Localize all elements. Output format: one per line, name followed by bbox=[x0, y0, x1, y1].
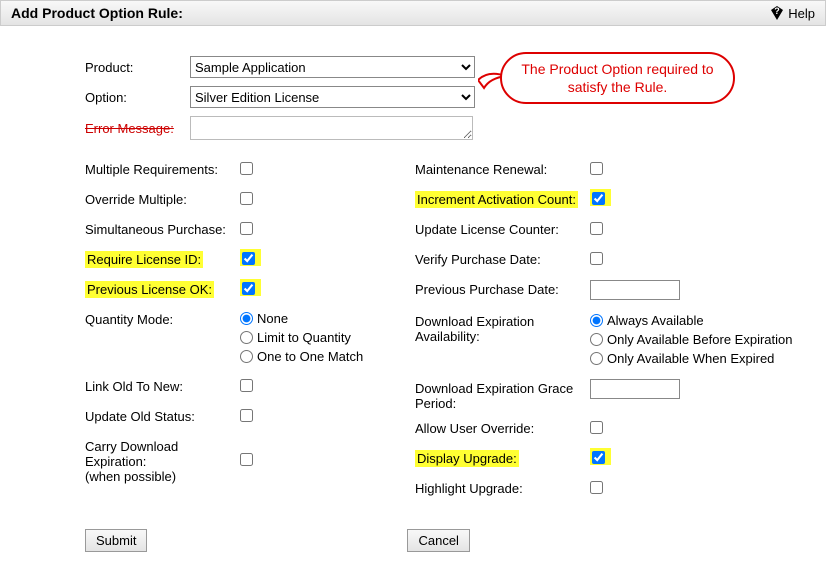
display-upgrade-label: Display Upgrade: bbox=[415, 449, 590, 466]
require-license-id-label: Require License ID: bbox=[85, 250, 240, 267]
require-license-id-checkbox[interactable] bbox=[242, 252, 255, 265]
help-link[interactable]: ? Help bbox=[769, 5, 815, 21]
error-message-label: Error Message: bbox=[85, 121, 190, 136]
increment-activation-count-label: Increment Activation Count: bbox=[415, 190, 590, 207]
availability-expired-label: Only Available When Expired bbox=[607, 350, 774, 366]
download-expiration-grace-period-label: Download Expiration Grace Period: bbox=[415, 379, 590, 411]
link-old-to-new-label: Link Old To New: bbox=[85, 377, 240, 394]
previous-license-ok-label: Previous License OK: bbox=[85, 280, 240, 297]
availability-before-label: Only Available Before Expiration bbox=[607, 331, 792, 347]
maintenance-renewal-checkbox[interactable] bbox=[590, 162, 603, 175]
error-message-input[interactable] bbox=[190, 116, 473, 140]
override-multiple-checkbox[interactable] bbox=[240, 192, 253, 205]
maintenance-renewal-label: Maintenance Renewal: bbox=[415, 160, 590, 177]
option-label: Option: bbox=[85, 90, 190, 105]
verify-purchase-date-checkbox[interactable] bbox=[590, 252, 603, 265]
display-upgrade-checkbox[interactable] bbox=[592, 451, 605, 464]
option-select[interactable]: Silver Edition License bbox=[190, 86, 475, 108]
previous-purchase-date-input[interactable] bbox=[590, 280, 680, 300]
increment-activation-count-checkbox[interactable] bbox=[592, 192, 605, 205]
link-old-to-new-checkbox[interactable] bbox=[240, 379, 253, 392]
highlight-upgrade-checkbox[interactable] bbox=[590, 481, 603, 494]
svg-text:?: ? bbox=[775, 6, 781, 16]
allow-user-override-label: Allow User Override: bbox=[415, 419, 590, 436]
highlight-upgrade-label: Highlight Upgrade: bbox=[415, 479, 590, 496]
update-old-status-label: Update Old Status: bbox=[85, 407, 240, 424]
product-label: Product: bbox=[85, 60, 190, 75]
multiple-requirements-checkbox[interactable] bbox=[240, 162, 253, 175]
product-select[interactable]: Sample Application bbox=[190, 56, 475, 78]
quantity-mode-label: Quantity Mode: bbox=[85, 310, 240, 327]
previous-purchase-date-label: Previous Purchase Date: bbox=[415, 280, 590, 297]
multiple-requirements-label: Multiple Requirements: bbox=[85, 160, 240, 177]
quantity-mode-limit-radio[interactable] bbox=[240, 331, 253, 344]
carry-download-expiration-checkbox[interactable] bbox=[240, 453, 253, 466]
quantity-mode-none-label: None bbox=[257, 310, 288, 326]
availability-always-radio[interactable] bbox=[590, 314, 603, 327]
download-expiration-grace-period-input[interactable] bbox=[590, 379, 680, 399]
quantity-mode-limit-label: Limit to Quantity bbox=[257, 329, 351, 345]
availability-expired-radio[interactable] bbox=[590, 352, 603, 365]
update-license-counter-checkbox[interactable] bbox=[590, 222, 603, 235]
cancel-button[interactable]: Cancel bbox=[407, 529, 469, 552]
update-old-status-checkbox[interactable] bbox=[240, 409, 253, 422]
quantity-mode-one-radio[interactable] bbox=[240, 350, 253, 363]
help-icon: ? bbox=[769, 5, 785, 21]
simultaneous-purchase-checkbox[interactable] bbox=[240, 222, 253, 235]
download-expiration-availability-label: Download Expiration Availability: bbox=[415, 312, 590, 344]
left-column: Multiple Requirements: Override Multiple… bbox=[85, 160, 365, 509]
right-column: Maintenance Renewal: Increment Activatio… bbox=[415, 160, 795, 509]
previous-license-ok-checkbox[interactable] bbox=[242, 282, 255, 295]
callout-text: The Product Option required to satisfy t… bbox=[512, 60, 723, 96]
help-label: Help bbox=[788, 6, 815, 21]
header-bar: Add Product Option Rule: ? Help bbox=[0, 0, 826, 26]
availability-before-radio[interactable] bbox=[590, 333, 603, 346]
allow-user-override-checkbox[interactable] bbox=[590, 421, 603, 434]
quantity-mode-one-label: One to One Match bbox=[257, 348, 363, 364]
callout-bubble: The Product Option required to satisfy t… bbox=[500, 52, 735, 104]
update-license-counter-label: Update License Counter: bbox=[415, 220, 590, 237]
carry-download-expiration-label: Carry Download Expiration: (when possibl… bbox=[85, 437, 240, 484]
quantity-mode-none-radio[interactable] bbox=[240, 312, 253, 325]
override-multiple-label: Override Multiple: bbox=[85, 190, 240, 207]
submit-button[interactable]: Submit bbox=[85, 529, 147, 552]
availability-always-label: Always Available bbox=[607, 312, 704, 328]
page-title: Add Product Option Rule: bbox=[11, 5, 183, 21]
verify-purchase-date-label: Verify Purchase Date: bbox=[415, 250, 590, 267]
simultaneous-purchase-label: Simultaneous Purchase: bbox=[85, 220, 240, 237]
